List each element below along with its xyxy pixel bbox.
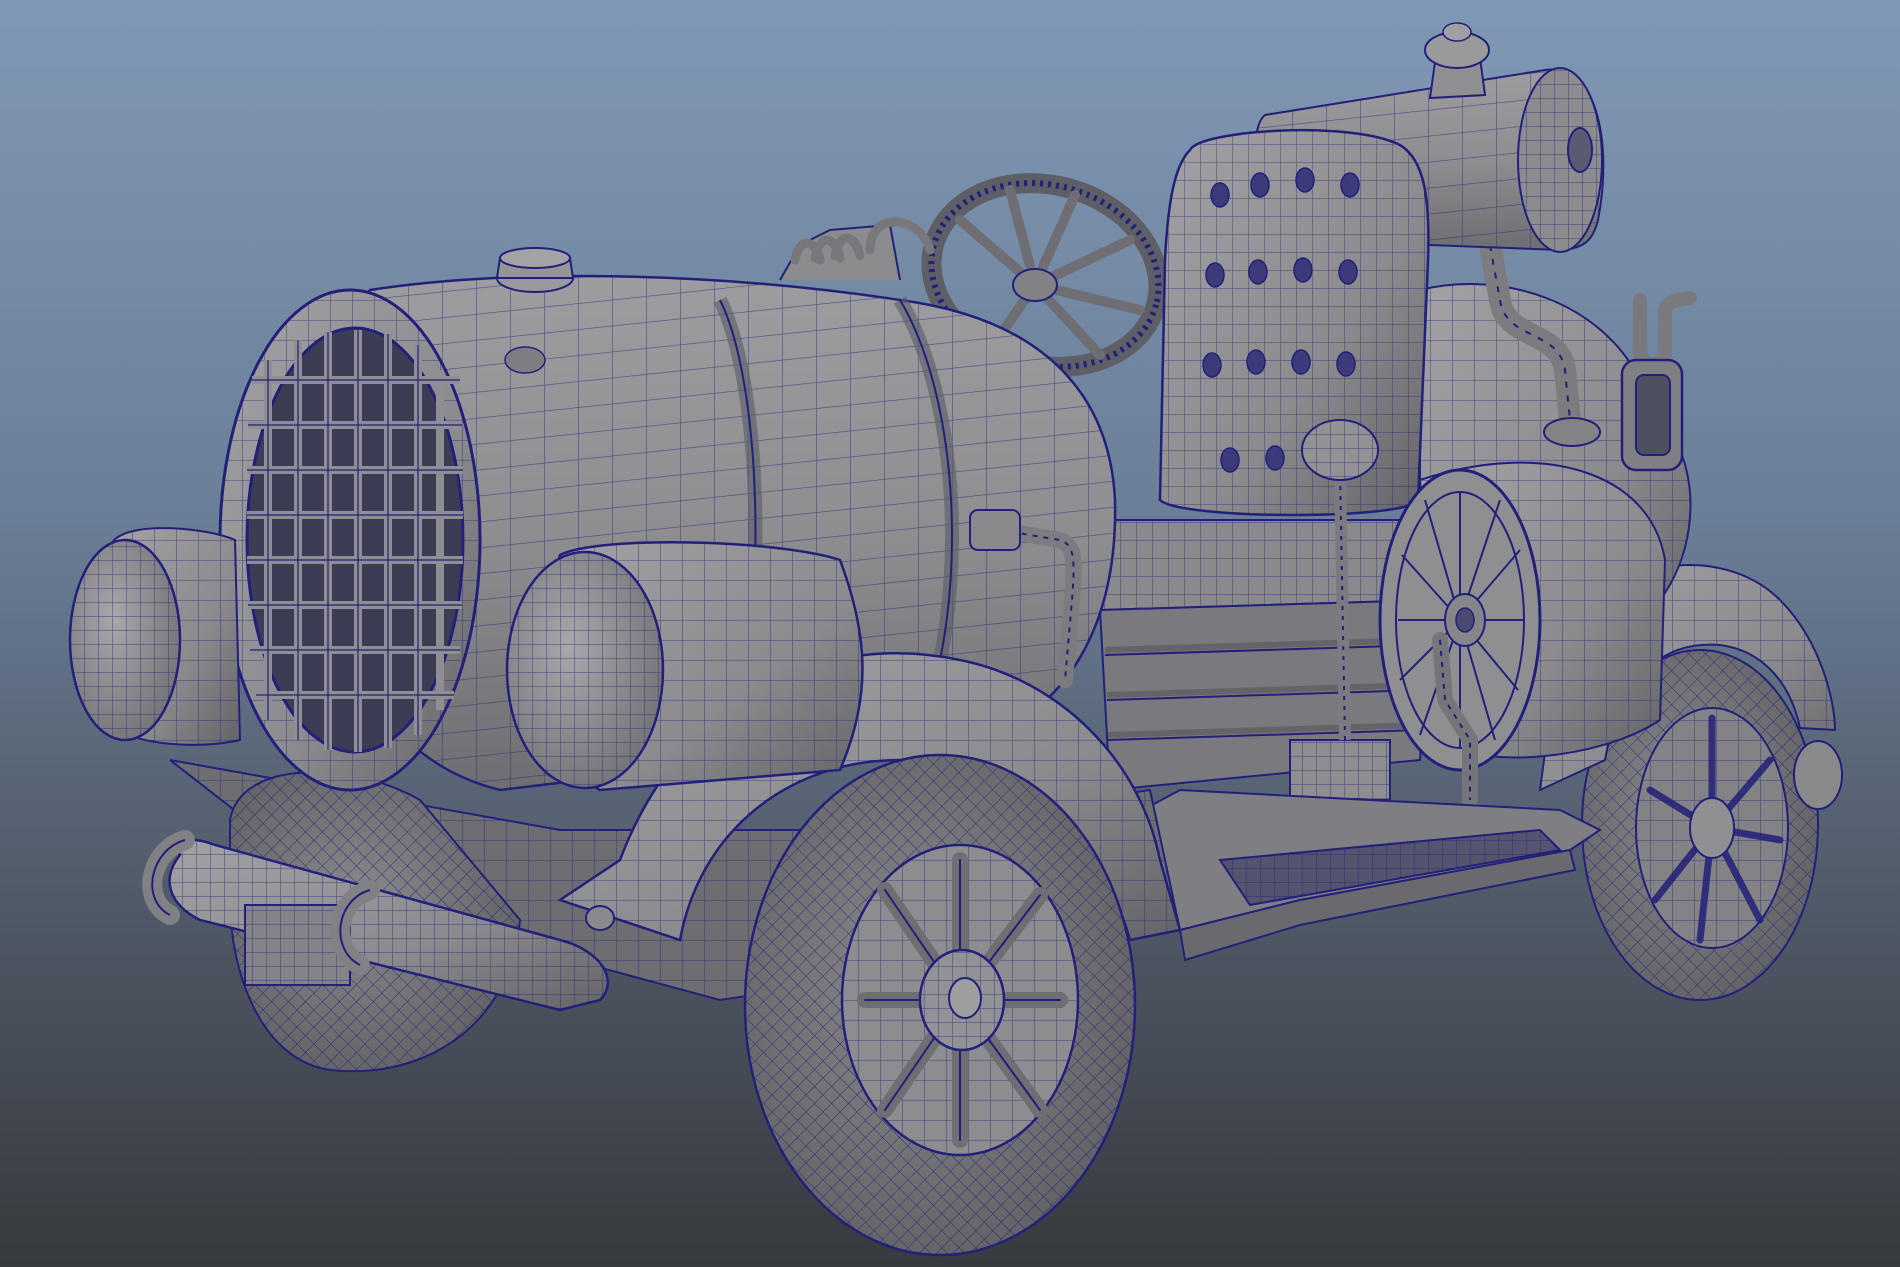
front-grille[interactable] <box>218 288 482 792</box>
scene-render[interactable] <box>0 0 1900 1267</box>
left-headlamp[interactable] <box>68 527 242 746</box>
seat-back[interactable] <box>1158 128 1430 517</box>
dashboard-pipes[interactable] <box>779 217 935 281</box>
front-right-wheel[interactable] <box>743 753 1137 1257</box>
side-mirror[interactable] <box>1620 291 1697 472</box>
3d-viewport[interactable] <box>0 0 1900 1267</box>
right-headlamp[interactable] <box>505 541 864 792</box>
